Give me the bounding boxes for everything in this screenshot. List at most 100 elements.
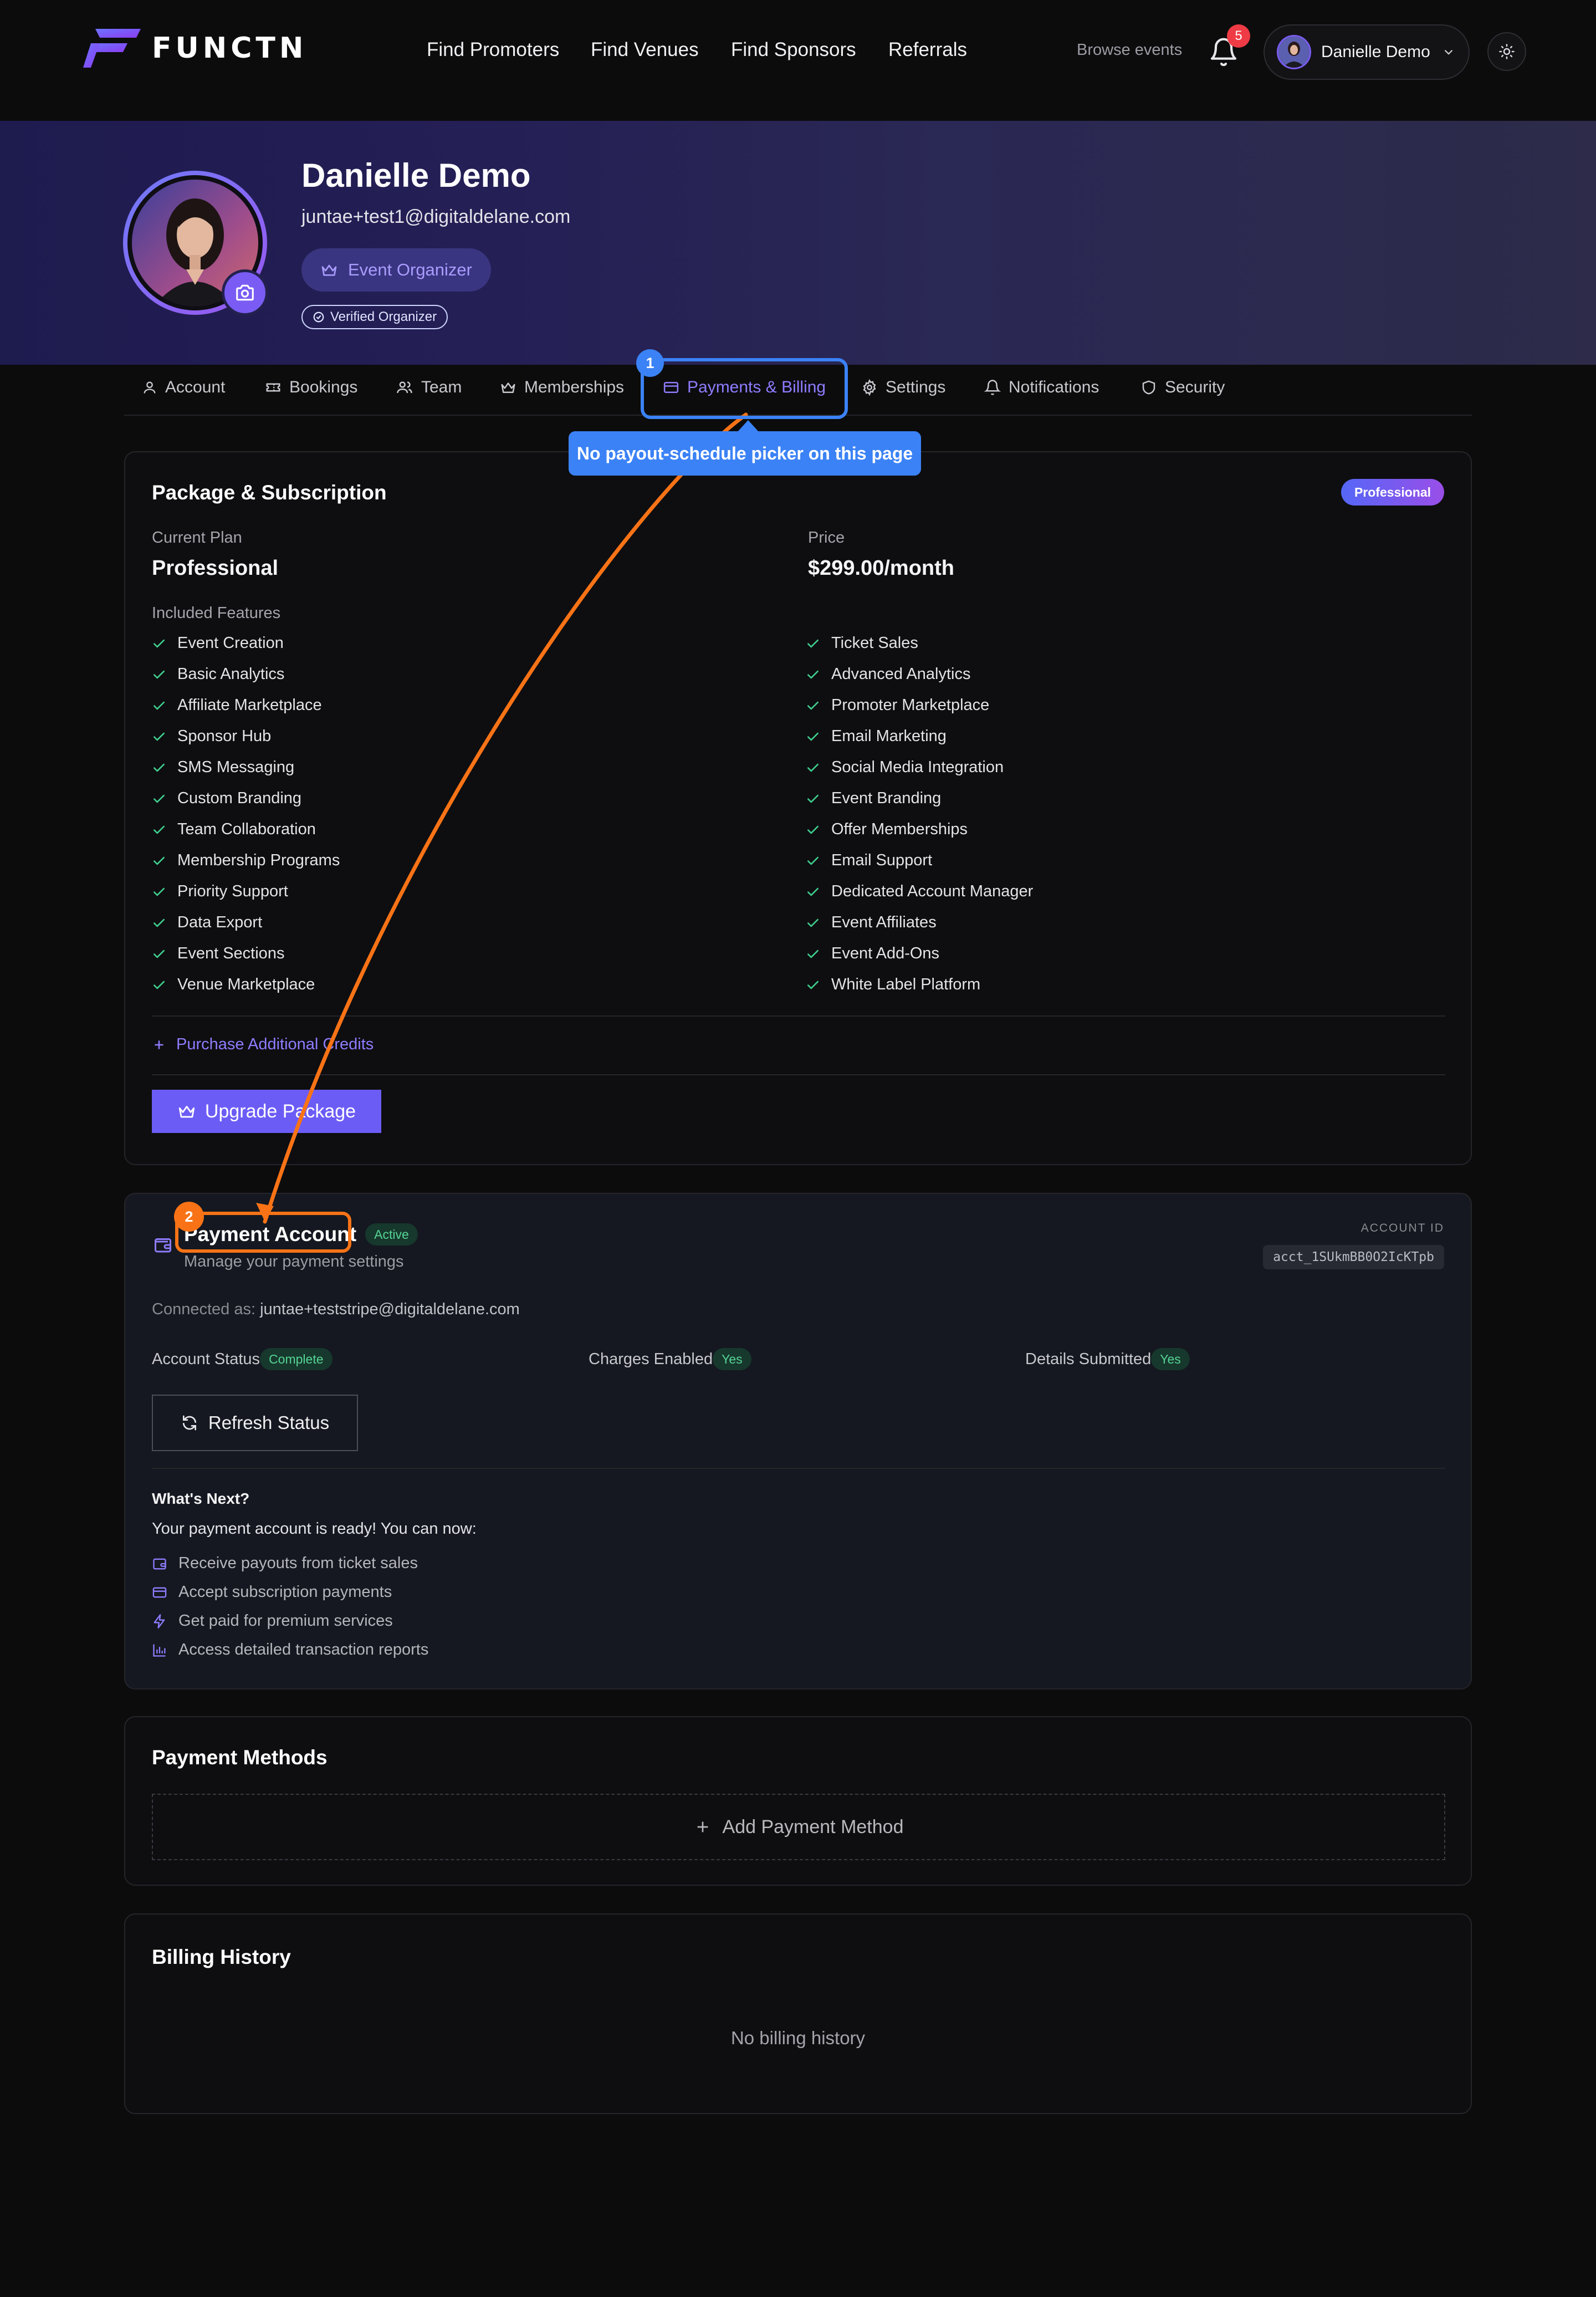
functn-logo-icon <box>83 29 141 68</box>
theme-toggle-button[interactable] <box>1487 32 1526 71</box>
upgrade-package-button[interactable]: Upgrade Package <box>152 1090 381 1133</box>
feature-list-item: White Label Platform <box>806 976 980 994</box>
feature-list-item: Dedicated Account Manager <box>806 882 1033 901</box>
tab-memberships[interactable]: Memberships <box>500 378 624 397</box>
check-icon <box>154 701 165 709</box>
connected-email: juntae+teststripe@digitaldelane.com <box>260 1300 520 1318</box>
crown-icon <box>321 264 337 276</box>
purchase-credits-link[interactable]: Purchase Additional Credits <box>152 1035 374 1054</box>
check-circle-icon <box>313 312 324 323</box>
refresh-status-button[interactable]: Refresh Status <box>152 1395 358 1451</box>
nav-referrals[interactable]: Referrals <box>888 39 967 61</box>
check-icon <box>154 732 165 741</box>
check-icon <box>807 981 819 989</box>
feature-list-item: Membership Programs <box>152 851 340 870</box>
price-value: $299.00/month <box>808 557 954 580</box>
bell-icon <box>984 380 1001 395</box>
list-item: Receive payouts from ticket sales <box>152 1554 418 1573</box>
tab-settings[interactable]: Settings <box>861 378 945 397</box>
payment-methods-title: Payment Methods <box>152 1746 328 1769</box>
user-menu-name: Danielle Demo <box>1321 43 1430 61</box>
feature-list-item: Advanced Analytics <box>806 665 970 683</box>
feature-label: Dedicated Account Manager <box>831 882 1034 900</box>
check-icon <box>154 794 165 803</box>
check-icon <box>807 918 819 927</box>
feature-list-item: Offer Memberships <box>806 820 968 839</box>
feature-label: SMS Messaging <box>177 758 295 776</box>
wallet-icon <box>155 1238 171 1253</box>
browse-events-link[interactable]: Browse events <box>1077 41 1182 59</box>
payment-account-subtitle: Manage your payment settings <box>184 1253 404 1270</box>
shield-icon <box>1142 380 1155 395</box>
profile-header: Danielle Demo juntae+test1@digitaldelane… <box>0 121 1596 365</box>
check-icon <box>154 981 165 989</box>
current-plan-label: Current Plan <box>152 529 242 547</box>
nav-find-venues[interactable]: Find Venues <box>591 39 699 61</box>
change-photo-button[interactable] <box>222 269 268 316</box>
tab-account-label: Account <box>165 378 226 396</box>
whats-next-intro: Your payment account is ready! You can n… <box>152 1520 477 1538</box>
verified-label: Verified Organizer <box>330 309 437 324</box>
crown-icon <box>178 1106 195 1118</box>
check-icon <box>154 856 165 865</box>
divider <box>152 1015 1445 1017</box>
feature-list-item: Social Media Integration <box>806 758 1004 777</box>
list-item: Accept subscription payments <box>152 1583 392 1601</box>
status-badge: Active <box>365 1223 418 1246</box>
check-icon <box>154 887 165 896</box>
tab-security[interactable]: Security <box>1140 378 1225 397</box>
check-icon <box>154 670 165 678</box>
check-icon <box>807 670 819 678</box>
profile-name: Danielle Demo <box>301 157 531 194</box>
price-label: Price <box>808 529 845 547</box>
refresh-status-label: Refresh Status <box>208 1412 330 1433</box>
plus-icon <box>697 1821 708 1833</box>
feature-label: Event Affiliates <box>831 913 937 931</box>
check-icon <box>154 639 165 647</box>
add-payment-method-button[interactable]: Add Payment Method <box>152 1794 1445 1860</box>
feature-label: Email Marketing <box>831 727 947 745</box>
top-navigation: FUNCTN Find Promoters Find Venues Find S… <box>0 0 1596 121</box>
brand-name: FUNCTN <box>152 32 308 65</box>
check-icon <box>807 950 819 958</box>
feature-list-item: Event Sections <box>152 945 284 963</box>
nav-find-promoters[interactable]: Find Promoters <box>427 39 559 61</box>
crown-icon <box>501 382 515 393</box>
feature-list-item: Sponsor Hub <box>152 727 271 746</box>
check-icon <box>807 732 819 741</box>
payment-account-card: Payment Account Active Manage your payme… <box>124 1193 1472 1689</box>
tab-team[interactable]: Team <box>396 378 462 397</box>
plus-icon <box>155 1040 163 1049</box>
callout-pointer <box>737 420 759 432</box>
verified-badge: Verified Organizer <box>301 305 448 329</box>
brand-logo[interactable]: FUNCTN <box>83 29 307 68</box>
notification-count-badge: 5 <box>1227 24 1250 48</box>
tab-bookings[interactable]: Bookings <box>265 378 357 397</box>
check-icon <box>807 825 819 834</box>
user-menu-button[interactable]: Danielle Demo <box>1264 24 1470 80</box>
feature-list-item: Event Add-Ons <box>806 945 939 963</box>
step-2-marker: 2 <box>174 1202 204 1232</box>
next-item-label: Get paid for premium services <box>178 1612 393 1630</box>
feature-label: Advanced Analytics <box>831 665 971 683</box>
annotation-callout: No payout-schedule picker on this page <box>569 431 921 476</box>
tab-notifications-label: Notifications <box>1009 378 1099 396</box>
feature-label: Team Collaboration <box>177 820 316 838</box>
refresh-icon <box>182 1415 196 1431</box>
step-1-marker: 1 <box>636 349 664 377</box>
tab-notifications[interactable]: Notifications <box>984 378 1099 397</box>
avatar <box>1277 35 1311 69</box>
feature-list-item: Event Affiliates <box>806 913 937 932</box>
check-icon <box>154 825 165 834</box>
nav-find-sponsors[interactable]: Find Sponsors <box>731 39 856 61</box>
account-id-value: acct_1SUkmBB0O2IcKTpb <box>1263 1245 1444 1269</box>
lightning-icon <box>154 1614 165 1629</box>
tab-account[interactable]: Account <box>142 378 225 397</box>
next-item-label: Accept subscription payments <box>178 1583 392 1601</box>
feature-label: Event Sections <box>177 945 285 962</box>
package-subscription-card: Package & Subscription Professional Curr… <box>124 451 1472 1165</box>
camera-icon <box>236 284 254 301</box>
chevron-down-icon <box>1444 49 1453 55</box>
check-icon <box>807 639 819 647</box>
check-icon <box>154 918 165 927</box>
